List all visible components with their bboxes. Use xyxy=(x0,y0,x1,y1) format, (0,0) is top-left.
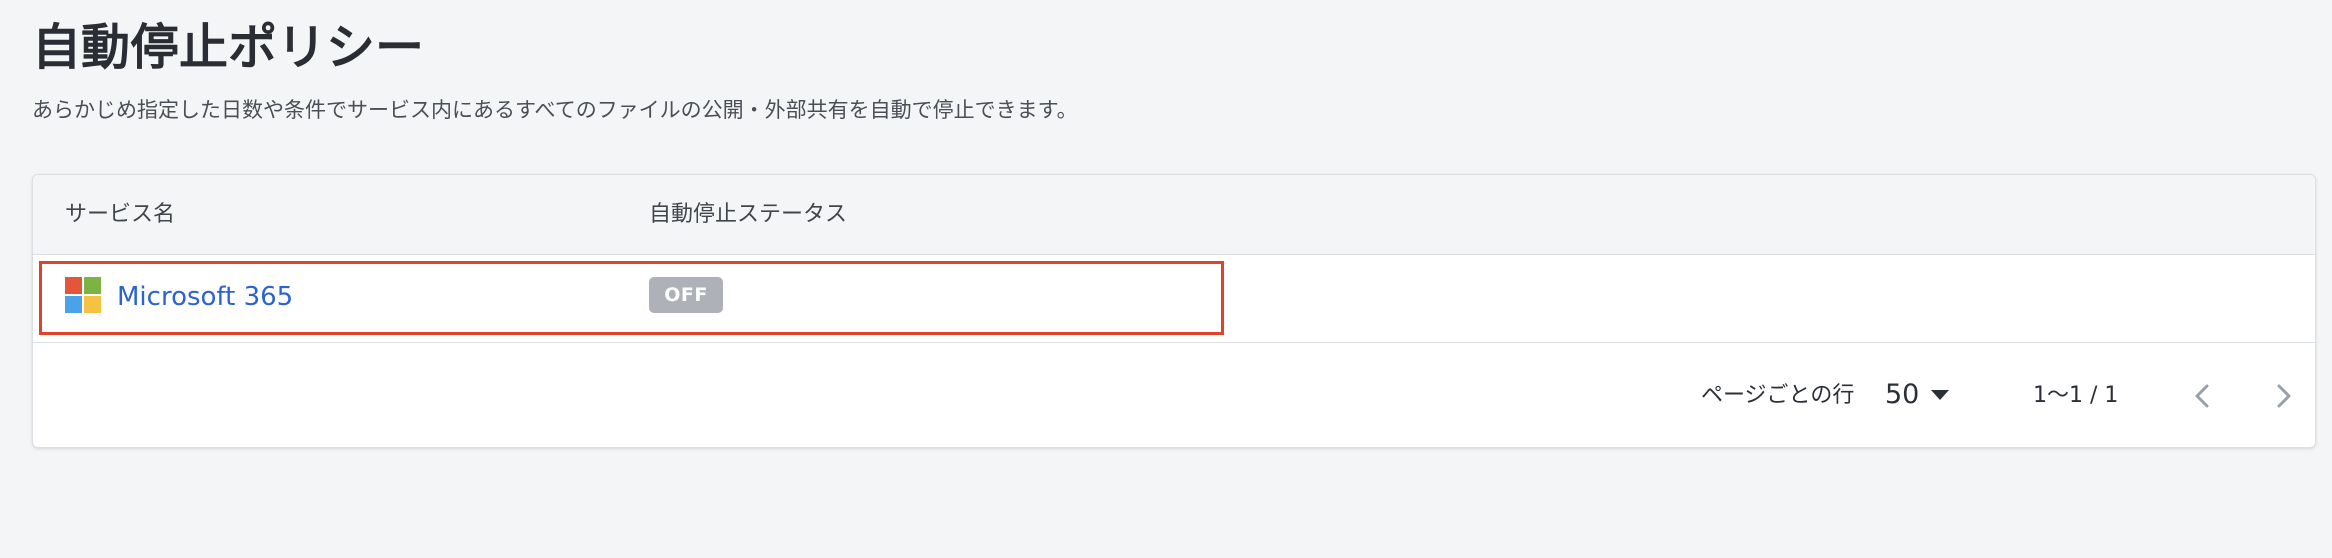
service-name-link[interactable]: Microsoft 365 xyxy=(117,275,293,319)
table-header: サービス名 自動停止ステータス xyxy=(33,175,2315,255)
microsoft-logo-icon xyxy=(65,277,101,313)
next-page-button[interactable] xyxy=(2263,376,2303,416)
column-header-service: サービス名 xyxy=(65,202,176,227)
rows-per-page-value: 50 xyxy=(1885,379,1920,410)
page-range: 1〜1 / 1 xyxy=(2033,383,2119,408)
page-title: 自動停止ポリシー xyxy=(32,19,425,76)
column-header-status: 自動停止ステータス xyxy=(649,202,848,227)
rows-per-page-select[interactable]: 50 xyxy=(1885,375,1965,415)
caret-down-icon xyxy=(1931,390,1949,400)
rows-per-page-label: ページごとの行 xyxy=(1701,383,1855,408)
service-table-card: サービス名 自動停止ステータス Microsoft 365 OFF ページごとの… xyxy=(32,174,2316,448)
pagination-bar: ページごとの行 50 1〜1 / 1 xyxy=(33,343,2315,447)
chevron-right-icon xyxy=(2277,384,2291,408)
previous-page-button[interactable] xyxy=(2183,376,2223,416)
table-row: Microsoft 365 OFF xyxy=(33,255,2315,343)
auto-stop-policy-page: 自動停止ポリシー あらかじめ指定した日数や条件でサービス内にあるすべてのファイル… xyxy=(0,0,2332,558)
page-description: あらかじめ指定した日数や条件でサービス内にあるすべてのファイルの公開・外部共有を… xyxy=(32,98,1078,122)
status-badge: OFF xyxy=(649,277,723,313)
chevron-left-icon xyxy=(2195,384,2209,408)
